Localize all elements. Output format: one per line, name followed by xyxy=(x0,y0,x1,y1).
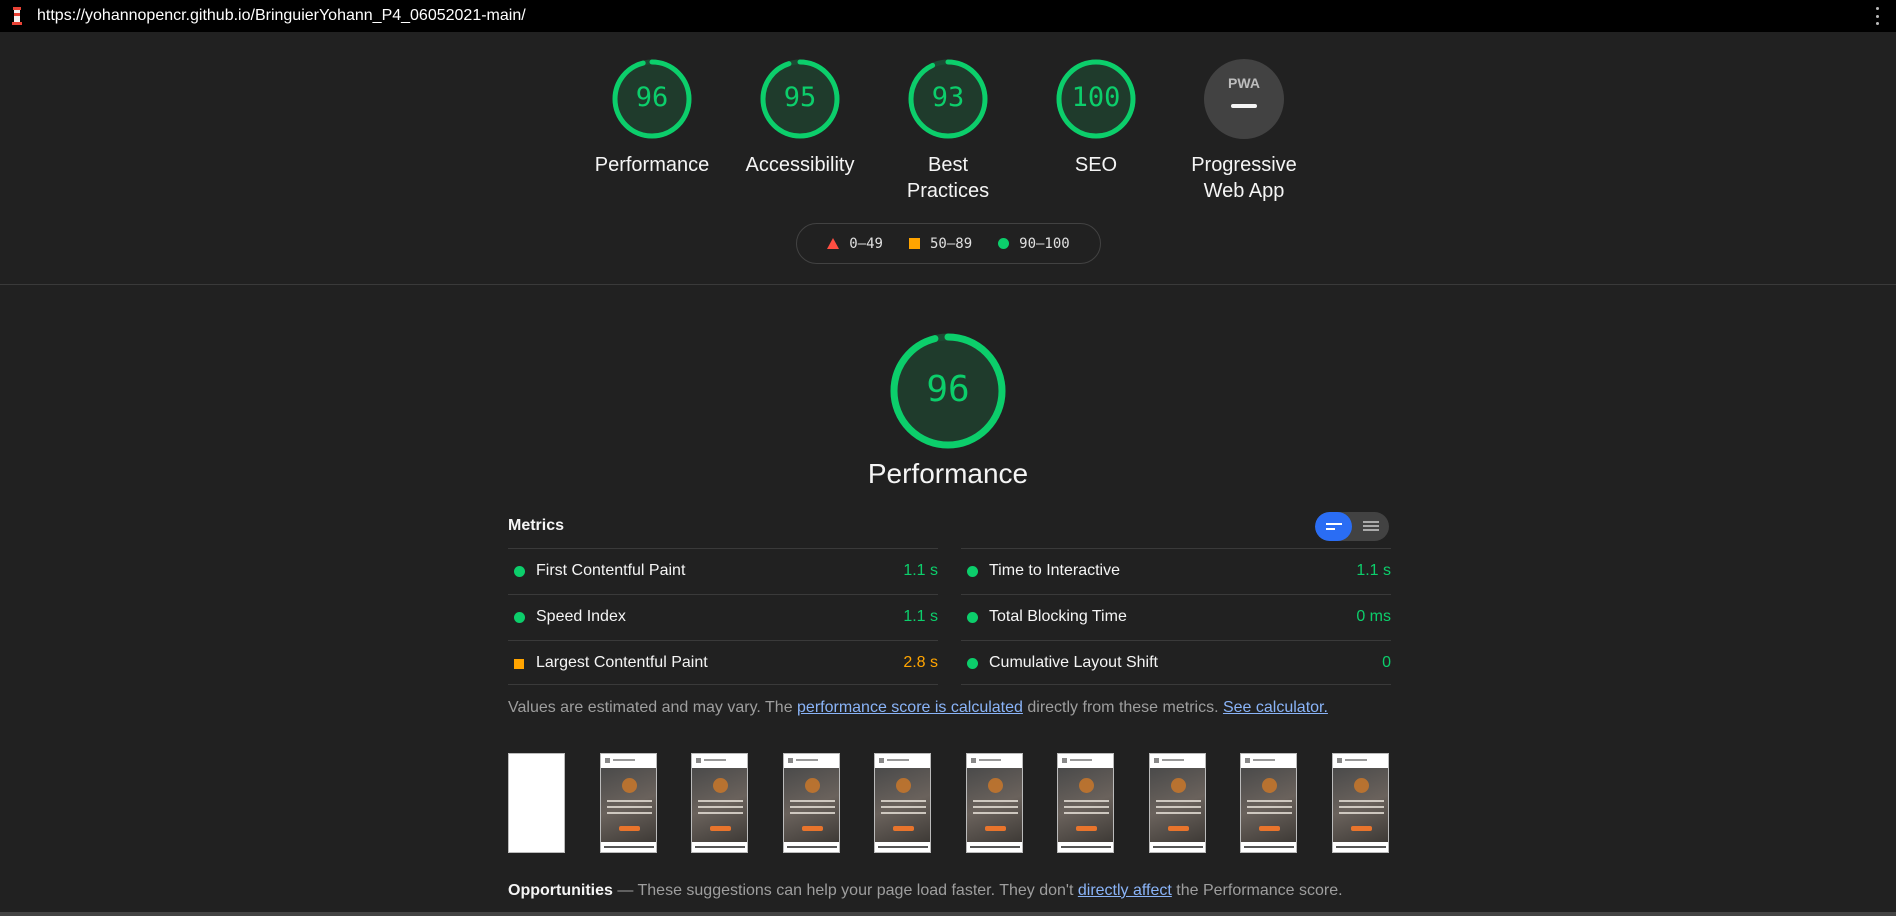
gauge-score: 93 xyxy=(931,82,965,113)
metrics-column-left: First Contentful Paint 1.1 s Speed Index… xyxy=(508,548,938,686)
pwa-badge-icon: PWA xyxy=(1204,59,1284,139)
gauge-label: Accessibility xyxy=(745,154,855,176)
horizontal-scrollbar[interactable] xyxy=(0,912,1896,916)
filmstrip-frame xyxy=(508,753,565,853)
metric-value: 1.1 s xyxy=(1356,562,1391,579)
note-text: directly from these metrics. xyxy=(1022,699,1223,716)
gauge-seo[interactable]: 100 SEO xyxy=(1036,58,1156,178)
page-url[interactable]: https://yohannopencr.github.io/Bringuier… xyxy=(37,7,526,25)
opportunities-title: Opportunities xyxy=(508,882,613,899)
pass-circle-icon xyxy=(967,612,978,623)
metrics-divider xyxy=(961,684,1391,685)
gauge-label: Best Practices xyxy=(906,154,990,202)
gauge-pwa[interactable]: PWA Progressive Web App xyxy=(1184,58,1304,204)
directly-affect-link[interactable]: directly affect xyxy=(1078,882,1172,899)
pass-circle-icon xyxy=(967,658,978,669)
filmstrip-frame xyxy=(1240,753,1297,853)
pass-circle-icon xyxy=(967,566,978,577)
gauge-label: Performance xyxy=(594,154,710,176)
pass-circle-icon xyxy=(514,612,525,623)
filmstrip-frame xyxy=(1149,753,1206,853)
legend-average: 50–89 xyxy=(929,235,973,252)
metric-value: 2.8 s xyxy=(903,654,938,671)
metrics-note: Values are estimated and may vary. The p… xyxy=(508,699,1328,717)
metric-name: First Contentful Paint xyxy=(536,562,686,579)
filmstrip xyxy=(508,753,1389,853)
opportunities-text: the Performance score. xyxy=(1171,882,1343,899)
section-divider xyxy=(0,284,1896,285)
metric-row: Largest Contentful Paint 2.8 s xyxy=(508,640,938,686)
metrics-view-toggle[interactable] xyxy=(1315,512,1389,541)
filmstrip-frame xyxy=(1057,753,1114,853)
gauge-label-line2: Web App xyxy=(1203,180,1285,202)
gauge-label-line1: Progressive xyxy=(1191,154,1297,176)
gauge-best-practices[interactable]: 93 Best Practices xyxy=(888,58,1008,204)
opportunities-header: Opportunities — These suggestions can he… xyxy=(508,882,1343,900)
filmstrip-frame xyxy=(874,753,931,853)
pass-circle-icon xyxy=(514,566,525,577)
legend-fail: 0–49 xyxy=(849,235,883,252)
pass-circle-icon xyxy=(998,238,1010,249)
metric-row: Speed Index 1.1 s xyxy=(508,594,938,640)
score-calculated-link[interactable]: performance score is calculated xyxy=(797,699,1023,716)
filmstrip-frame xyxy=(966,753,1023,853)
metric-value: 1.1 s xyxy=(903,608,938,625)
toggle-compact-view[interactable] xyxy=(1315,512,1352,541)
gauge-label: SEO xyxy=(1074,154,1118,176)
legend-pass: 90–100 xyxy=(1019,235,1070,252)
metric-value: 1.1 s xyxy=(903,562,938,579)
metric-row: First Contentful Paint 1.1 s xyxy=(508,548,938,594)
performance-gauge-large: 96 xyxy=(888,331,1008,451)
lighthouse-icon xyxy=(12,7,22,25)
gauge-accessibility[interactable]: 95 Accessibility xyxy=(740,58,860,178)
metric-value: 0 xyxy=(1382,654,1391,671)
metric-name: Total Blocking Time xyxy=(989,608,1127,625)
gauge-score: 95 xyxy=(783,82,817,113)
metric-name: Cumulative Layout Shift xyxy=(989,654,1158,671)
metrics-heading: Metrics xyxy=(508,517,565,534)
average-square-icon xyxy=(514,659,524,669)
metric-row: Total Blocking Time 0 ms xyxy=(961,594,1391,640)
fail-triangle-icon xyxy=(827,238,840,249)
filmstrip-frame xyxy=(691,753,748,853)
pwa-badge-text: PWA xyxy=(1228,75,1260,91)
filmstrip-frame xyxy=(783,753,840,853)
gauge-label: Progressive Web App xyxy=(1184,152,1304,204)
metric-row: Time to Interactive 1.1 s xyxy=(961,548,1391,594)
performance-score: 96 xyxy=(926,369,970,410)
gauge-score: 96 xyxy=(635,82,669,113)
see-calculator-link[interactable]: See calculator. xyxy=(1223,699,1328,716)
gauge-performance[interactable]: 96 Performance xyxy=(592,58,712,178)
metrics-column-right: Time to Interactive 1.1 s Total Blocking… xyxy=(961,548,1391,686)
filmstrip-frame xyxy=(600,753,657,853)
more-options-icon[interactable] xyxy=(1876,7,1880,25)
performance-title: Performance xyxy=(867,458,1029,489)
score-legend: 0–49 50–89 90–100 xyxy=(796,223,1101,264)
metric-name: Largest Contentful Paint xyxy=(536,654,708,671)
metric-row: Cumulative Layout Shift 0 xyxy=(961,640,1391,686)
opportunities-text: — These suggestions can help your page l… xyxy=(612,882,1078,899)
metric-name: Speed Index xyxy=(536,608,626,625)
average-square-icon xyxy=(908,238,920,249)
browser-bar: https://yohannopencr.github.io/Bringuier… xyxy=(0,0,1896,32)
metric-name: Time to Interactive xyxy=(989,562,1121,579)
gauge-score: 100 xyxy=(1071,82,1121,113)
filmstrip-frame xyxy=(1332,753,1389,853)
metrics-divider xyxy=(508,684,938,685)
metric-value: 0 ms xyxy=(1356,608,1391,625)
note-text: Values are estimated and may vary. The xyxy=(508,699,798,716)
